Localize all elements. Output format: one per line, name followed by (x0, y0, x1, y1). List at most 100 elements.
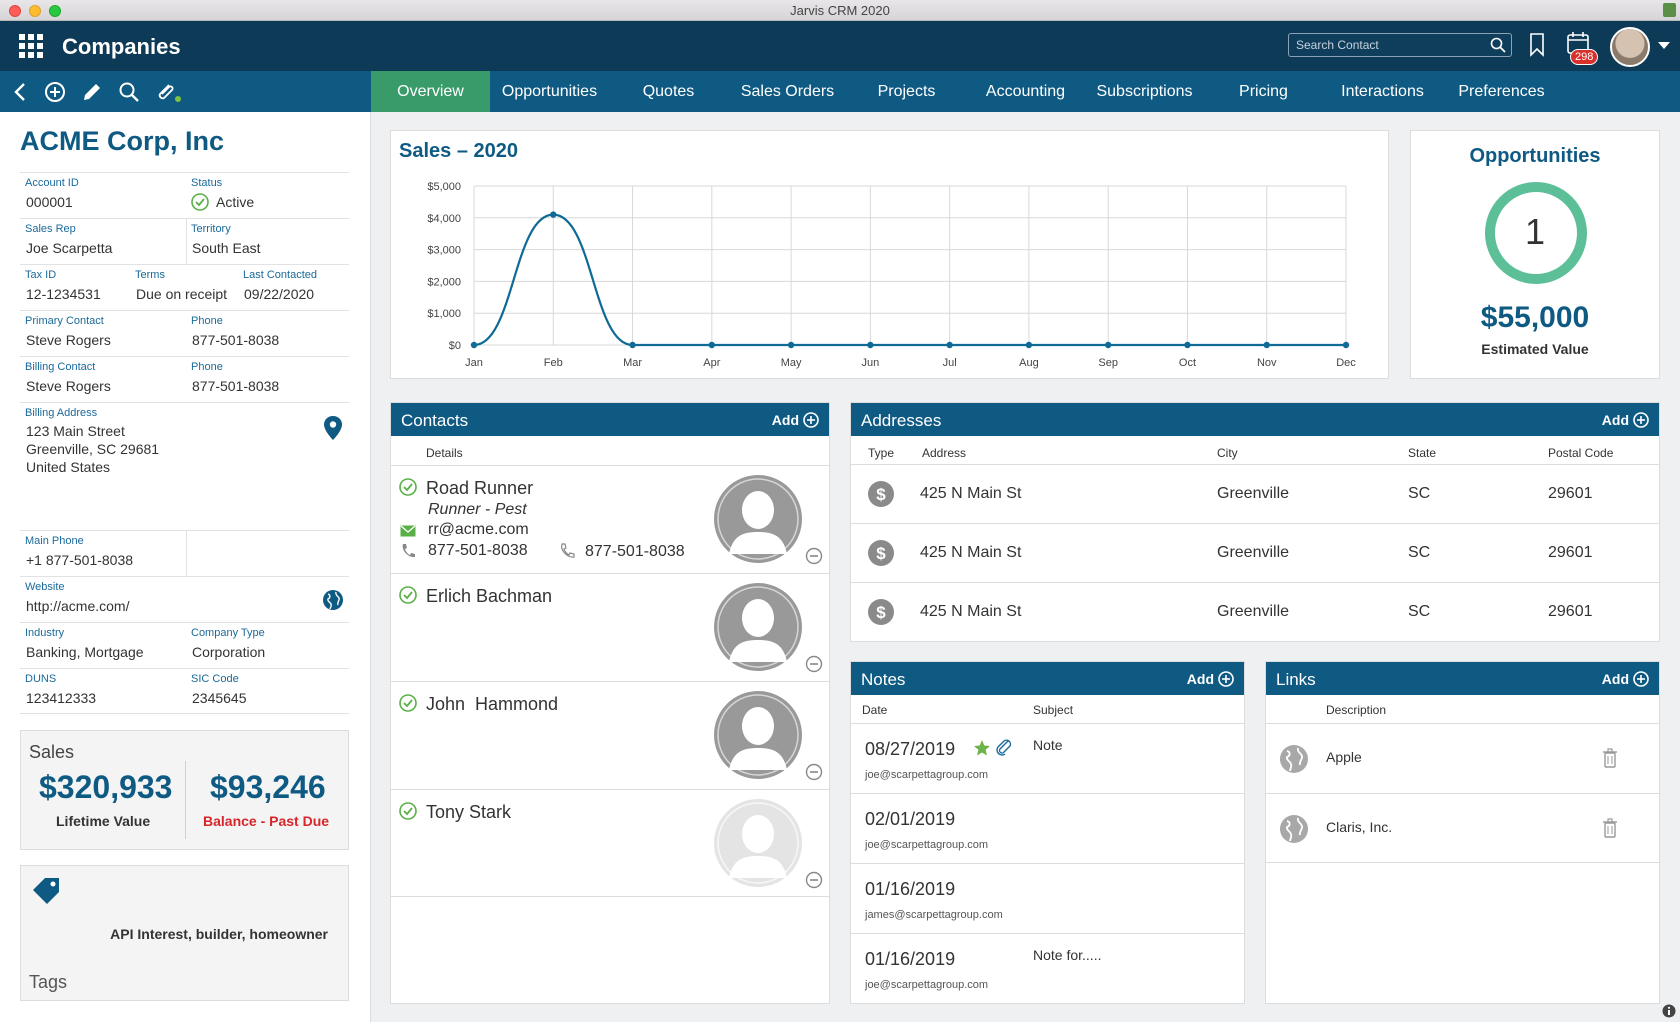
tab-accounting[interactable]: Accounting (966, 71, 1085, 112)
contacts-add-button[interactable]: Add (772, 412, 819, 428)
duns-value[interactable]: 123412333 (26, 690, 96, 706)
note-row[interactable]: 01/16/2019 Note for..... joe@scarpettagr… (851, 933, 1244, 1003)
tab-sales-orders[interactable]: Sales Orders (728, 71, 847, 112)
billing-phone-value[interactable]: 877-501-8038 (192, 378, 279, 394)
contact-email[interactable]: rr@acme.com (428, 521, 529, 539)
company-type-value[interactable]: Corporation (192, 644, 265, 660)
trash-icon[interactable] (1602, 818, 1618, 838)
address-postal: 29601 (1548, 485, 1593, 502)
tab-quotes[interactable]: Quotes (609, 71, 728, 112)
remove-circle-icon[interactable] (805, 655, 823, 673)
note-row[interactable]: 01/16/2019 james@scarpettagroup.com (851, 863, 1244, 933)
links-add-button[interactable]: Add (1602, 671, 1649, 687)
contacts-panel: Contacts Add Details Road Runner Runner … (390, 402, 830, 1004)
contact-phone-secondary[interactable]: 877-501-8038 (585, 543, 685, 561)
sales-rep-value[interactable]: Joe Scarpetta (26, 240, 112, 256)
window-maximize-button[interactable] (49, 5, 61, 17)
contact-row[interactable]: John Hammond (391, 681, 829, 789)
contact-name[interactable]: Tony Stark (426, 802, 511, 823)
contact-name[interactable]: Road Runner (426, 478, 533, 499)
map-pin-icon[interactable] (323, 415, 343, 441)
account-id-value[interactable]: 000001 (26, 194, 73, 210)
tab-opportunities[interactable]: Opportunities (490, 71, 609, 112)
tags-text[interactable]: API Interest, builder, homeowner (110, 926, 328, 942)
contact-row[interactable]: Road Runner Runner - Pest rr@acme.com 87… (391, 465, 829, 573)
add-circle-icon[interactable] (44, 81, 66, 103)
remove-circle-icon[interactable] (805, 547, 823, 565)
address-line-3[interactable]: United States (26, 459, 110, 475)
phone-label: Phone (191, 361, 223, 373)
sic-code-value[interactable]: 2345645 (192, 690, 247, 706)
window-close-button[interactable] (9, 5, 21, 17)
tab-subscriptions[interactable]: Subscriptions (1085, 71, 1204, 112)
link-row[interactable]: Apple (1266, 723, 1659, 793)
link-description[interactable]: Apple (1326, 749, 1362, 765)
tag-icon (33, 878, 59, 904)
user-avatar[interactable] (1610, 27, 1650, 67)
contact-row[interactable]: Erlich Bachman (391, 573, 829, 681)
address-city: Greenville (1217, 544, 1290, 561)
note-row[interactable]: 02/01/2019 joe@scarpettagroup.com (851, 793, 1244, 863)
back-arrow-icon[interactable] (10, 81, 32, 103)
opportunities-title: Opportunities (1469, 145, 1601, 167)
notification-badge[interactable]: 298 (1570, 49, 1599, 65)
address-line-2[interactable]: Greenville, SC 29681 (26, 441, 159, 457)
tab-overview[interactable]: Overview (371, 71, 490, 112)
links-panel: Links Add Description Apple Claris, Inc. (1265, 661, 1660, 1004)
last-contacted-value[interactable]: 09/22/2020 (244, 286, 314, 302)
apps-grid-icon[interactable] (19, 34, 43, 58)
terms-value[interactable]: Due on receipt (136, 286, 227, 302)
trash-icon[interactable] (1602, 748, 1618, 768)
tax-id-value[interactable]: 12-1234531 (26, 286, 101, 302)
window-minimize-button[interactable] (29, 5, 41, 17)
globe-icon[interactable] (322, 589, 344, 611)
app-header: Companies 298 (0, 21, 1680, 71)
y-tick-label: $5,000 (427, 181, 461, 193)
tab-projects[interactable]: Projects (847, 71, 966, 112)
address-row[interactable]: $ 425 N Main St Greenville SC 29601 (851, 582, 1659, 641)
website-value[interactable]: http://acme.com/ (26, 598, 129, 614)
search-box[interactable] (1288, 33, 1512, 57)
main-phone-value[interactable]: +1 877-501-8038 (26, 552, 133, 568)
tab-preferences[interactable]: Preferences (1442, 71, 1561, 112)
company-type-label: Company Type (191, 627, 265, 639)
notes-add-button[interactable]: Add (1187, 671, 1234, 687)
chevron-down-icon[interactable] (1658, 42, 1670, 49)
address-postal: 29601 (1548, 544, 1593, 561)
addresses-add-button[interactable]: Add (1602, 412, 1649, 428)
primary-phone-value[interactable]: 877-501-8038 (192, 332, 279, 348)
attachment-icon[interactable] (995, 738, 1013, 758)
address-row[interactable]: $ 425 N Main St Greenville SC 29601 (851, 464, 1659, 523)
address-street: 425 N Main St (920, 544, 1022, 561)
edit-pencil-icon[interactable] (81, 81, 103, 103)
search-input[interactable] (1296, 36, 1486, 54)
contact-name[interactable]: John Hammond (426, 694, 558, 715)
contact-phone[interactable]: 877-501-8038 (428, 542, 528, 560)
industry-value[interactable]: Banking, Mortgage (26, 644, 144, 660)
tab-bar: Overview Opportunities Quotes Sales Orde… (371, 71, 1561, 112)
address-row[interactable]: $ 425 N Main St Greenville SC 29601 (851, 523, 1659, 582)
balance-past-due-label: Balance - Past Due (203, 813, 330, 829)
note-row[interactable]: 08/27/2019 Note joe@scarpettagroup.com (851, 723, 1244, 793)
tab-interactions[interactable]: Interactions (1323, 71, 1442, 112)
column-postal-code: Postal Code (1548, 446, 1614, 460)
search-icon[interactable] (118, 81, 140, 103)
search-icon[interactable] (1490, 37, 1506, 53)
address-line-1[interactable]: 123 Main Street (26, 423, 125, 439)
primary-contact-value[interactable]: Steve Rogers (26, 332, 111, 348)
tab-pricing[interactable]: Pricing (1204, 71, 1323, 112)
attachment-icon[interactable] (155, 81, 185, 103)
contact-name[interactable]: Erlich Bachman (426, 586, 552, 607)
link-description[interactable]: Claris, Inc. (1326, 819, 1392, 835)
star-icon[interactable] (973, 739, 991, 757)
link-row[interactable]: Claris, Inc. (1266, 793, 1659, 863)
status-value[interactable]: Active (216, 194, 254, 210)
remove-circle-icon[interactable] (805, 763, 823, 781)
info-icon[interactable] (1662, 1004, 1676, 1018)
bookmark-icon[interactable] (1529, 33, 1545, 57)
remove-circle-icon[interactable] (805, 871, 823, 889)
billing-contact-value[interactable]: Steve Rogers (26, 378, 111, 394)
opportunities-card[interactable]: Opportunities 1 $55,000 Estimated Value (1410, 130, 1660, 379)
territory-value[interactable]: South East (192, 240, 261, 256)
contact-row[interactable]: Tony Stark (391, 789, 829, 897)
